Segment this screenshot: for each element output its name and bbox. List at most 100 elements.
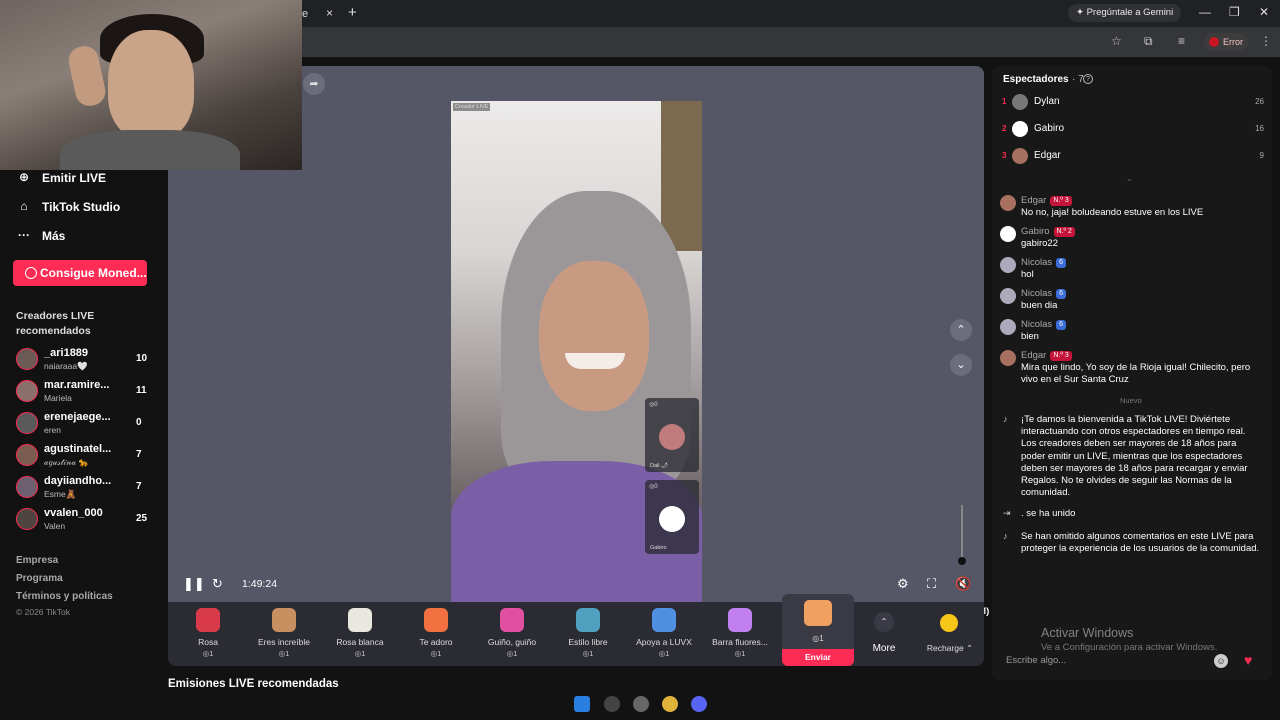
recommended-creator[interactable]: dayiiandho... Esme🧸 7 xyxy=(16,474,156,502)
gift-price: ◎1 xyxy=(734,649,746,658)
chat-input[interactable]: Escribe algo... xyxy=(998,650,1208,672)
settings-icon[interactable]: ⚙ xyxy=(897,576,909,592)
creator-viewer-count: 0 xyxy=(136,417,142,428)
creator-name: erenejaege... xyxy=(44,411,111,423)
creator-viewer-count: 7 xyxy=(136,481,142,492)
search-icon[interactable] xyxy=(604,696,620,712)
profile-error-button[interactable]: Error xyxy=(1204,33,1248,51)
bookmark-star-icon[interactable]: ☆ xyxy=(1111,34,1122,48)
webcam-face xyxy=(108,30,194,140)
viewers-count: · 7 xyxy=(1072,74,1084,85)
emoji-icon[interactable]: ☺ xyxy=(1214,654,1228,668)
gift-name: Apoya a LUVX xyxy=(636,637,692,647)
gift-name: Barra fluores... xyxy=(712,637,768,647)
tiktok-icon: ♪ xyxy=(1003,414,1008,424)
guest-avatar xyxy=(659,424,685,450)
footer-link-terms[interactable]: Términos y políticas xyxy=(16,591,113,602)
guest-card[interactable]: ◎0 Dali 🌶 xyxy=(645,398,699,472)
gift-item[interactable]: Te adoro ◎1 xyxy=(396,606,476,664)
gift-price: ◎1 xyxy=(278,649,290,658)
footer-link-business[interactable]: Empresa xyxy=(16,555,58,566)
viewer-row[interactable]: 3 Edgar 9 xyxy=(1002,148,1264,166)
browser-menu-icon[interactable]: ⋮ xyxy=(1260,34,1272,48)
browser-tab[interactable]: e × + xyxy=(300,0,370,27)
heart-icon[interactable]: ♥ xyxy=(1244,652,1252,668)
viewer-avatar xyxy=(1012,94,1028,110)
selected-gift[interactable]: ◎1 Enviar xyxy=(782,594,854,666)
chat-username-text: Nicolas xyxy=(1021,257,1053,268)
windows-start-icon[interactable] xyxy=(574,696,590,712)
recommended-creator[interactable]: erenejaege... eren 0 xyxy=(16,410,156,438)
next-live-button[interactable]: ⌄ xyxy=(950,354,972,376)
gift-item[interactable]: Rosa blanca ◎1 xyxy=(320,606,400,664)
extensions-icon[interactable]: ⧉ xyxy=(1144,34,1153,49)
creator-viewer-count: 25 xyxy=(136,513,148,524)
viewer-rank: 1 xyxy=(1002,97,1007,106)
chevron-down-icon[interactable]: ⌄ xyxy=(1126,174,1133,183)
viewer-name: Dylan xyxy=(1034,96,1060,107)
creator-avatar xyxy=(16,380,38,402)
chat-badge: 6 xyxy=(1056,320,1067,330)
app-icon[interactable] xyxy=(633,696,649,712)
chat-username-text: Edgar xyxy=(1021,350,1047,361)
gift-item[interactable]: Estilo libre ◎1 xyxy=(548,606,628,664)
tab-close-icon[interactable]: × xyxy=(326,6,333,20)
gift-price: ◎1 xyxy=(582,649,594,658)
maximize-icon[interactable]: ❐ xyxy=(1229,5,1240,19)
join-icon: ⇥ xyxy=(1003,508,1011,518)
viewer-name: Gabiro xyxy=(1034,123,1065,134)
previous-live-button[interactable]: ⌃ xyxy=(950,319,972,341)
gift-item[interactable]: Apoya a LUVX ◎1 xyxy=(624,606,704,664)
volume-slider[interactable] xyxy=(958,505,966,565)
cake-gift-icon xyxy=(804,600,832,626)
creator-tag: Creador LIVE xyxy=(453,103,491,111)
creator-avatar xyxy=(16,412,38,434)
viewer-score: 16 xyxy=(1255,124,1264,133)
mute-icon[interactable]: 🔇 xyxy=(955,576,971,592)
gemini-button[interactable]: ✦ Pregúntale a Gemini xyxy=(1068,4,1182,22)
more-gifts-button[interactable]: ⌃ More xyxy=(866,612,902,662)
viewer-row[interactable]: 2 Gabiro 16 xyxy=(1002,121,1264,139)
chevron-up-icon: ⌃ xyxy=(874,612,894,632)
chrome-icon[interactable] xyxy=(662,696,678,712)
viewer-rank: 3 xyxy=(1002,151,1007,160)
chat-username-text: Nicolas xyxy=(1021,288,1053,299)
discord-icon[interactable] xyxy=(691,696,707,712)
gift-price: ◎1 xyxy=(202,649,214,658)
volume-knob[interactable] xyxy=(958,557,966,565)
viewer-row[interactable]: 1 Dylan 26 xyxy=(1002,94,1264,112)
gift-item[interactable]: Barra fluores... ◎1 xyxy=(700,606,780,664)
new-tab-icon[interactable]: + xyxy=(348,4,357,21)
viewer-avatar xyxy=(1012,148,1028,164)
recharge-button[interactable]: Recharge ⌃ xyxy=(918,602,982,666)
gift-item[interactable]: Eres increíble ◎1 xyxy=(244,606,324,664)
gift-price: ◎1 xyxy=(354,649,366,658)
fullscreen-icon[interactable]: ⛶ xyxy=(927,576,936,592)
send-gift-button[interactable]: Enviar xyxy=(782,649,854,666)
get-coins-button[interactable]: Consigue Moned... xyxy=(13,260,147,286)
new-messages-label: Nuevo xyxy=(1120,396,1142,405)
face xyxy=(539,261,649,411)
viewer-rank: 2 xyxy=(1002,124,1007,133)
recommended-creator[interactable]: mar.ramire... Mariela 11 xyxy=(16,378,156,406)
chat-username: Nicolas 6 xyxy=(1021,257,1067,268)
gift-item[interactable]: Guiño, guiño ◎1 xyxy=(472,606,552,664)
pause-icon[interactable]: ❚❚ xyxy=(183,576,205,592)
recommended-creator[interactable]: _ari1889 naiaraaa🤍 10 xyxy=(16,346,156,374)
chat-username: Edgar N.º 3 xyxy=(1021,195,1072,206)
system-message-text: . se ha unido xyxy=(1021,508,1076,519)
chat-badge: N.º 3 xyxy=(1050,196,1072,206)
media-icon[interactable]: ≡ xyxy=(1178,34,1185,48)
refresh-icon[interactable]: ↻ xyxy=(212,576,223,592)
gift-name: Eres increíble xyxy=(258,637,310,647)
gift-name: Guiño, guiño xyxy=(487,637,537,647)
info-icon[interactable]: ? xyxy=(1083,74,1093,84)
minimize-icon[interactable]: — xyxy=(1199,5,1211,19)
guest-card[interactable]: ◎0 Gabiro xyxy=(645,480,699,554)
share-icon[interactable]: ➦ xyxy=(303,73,325,95)
recommended-creator[interactable]: vvalen_000 Valen 25 xyxy=(16,506,156,534)
gift-item[interactable]: Rosa ◎1 xyxy=(168,606,248,664)
footer-link-program[interactable]: Programa xyxy=(16,573,63,584)
close-window-icon[interactable]: ✕ xyxy=(1259,5,1269,19)
recommended-creator[interactable]: agustinatel... 𝒶𝑔𝓊𝓈𝓉𝒾𝓃𝒶 🐆 7 xyxy=(16,442,156,470)
